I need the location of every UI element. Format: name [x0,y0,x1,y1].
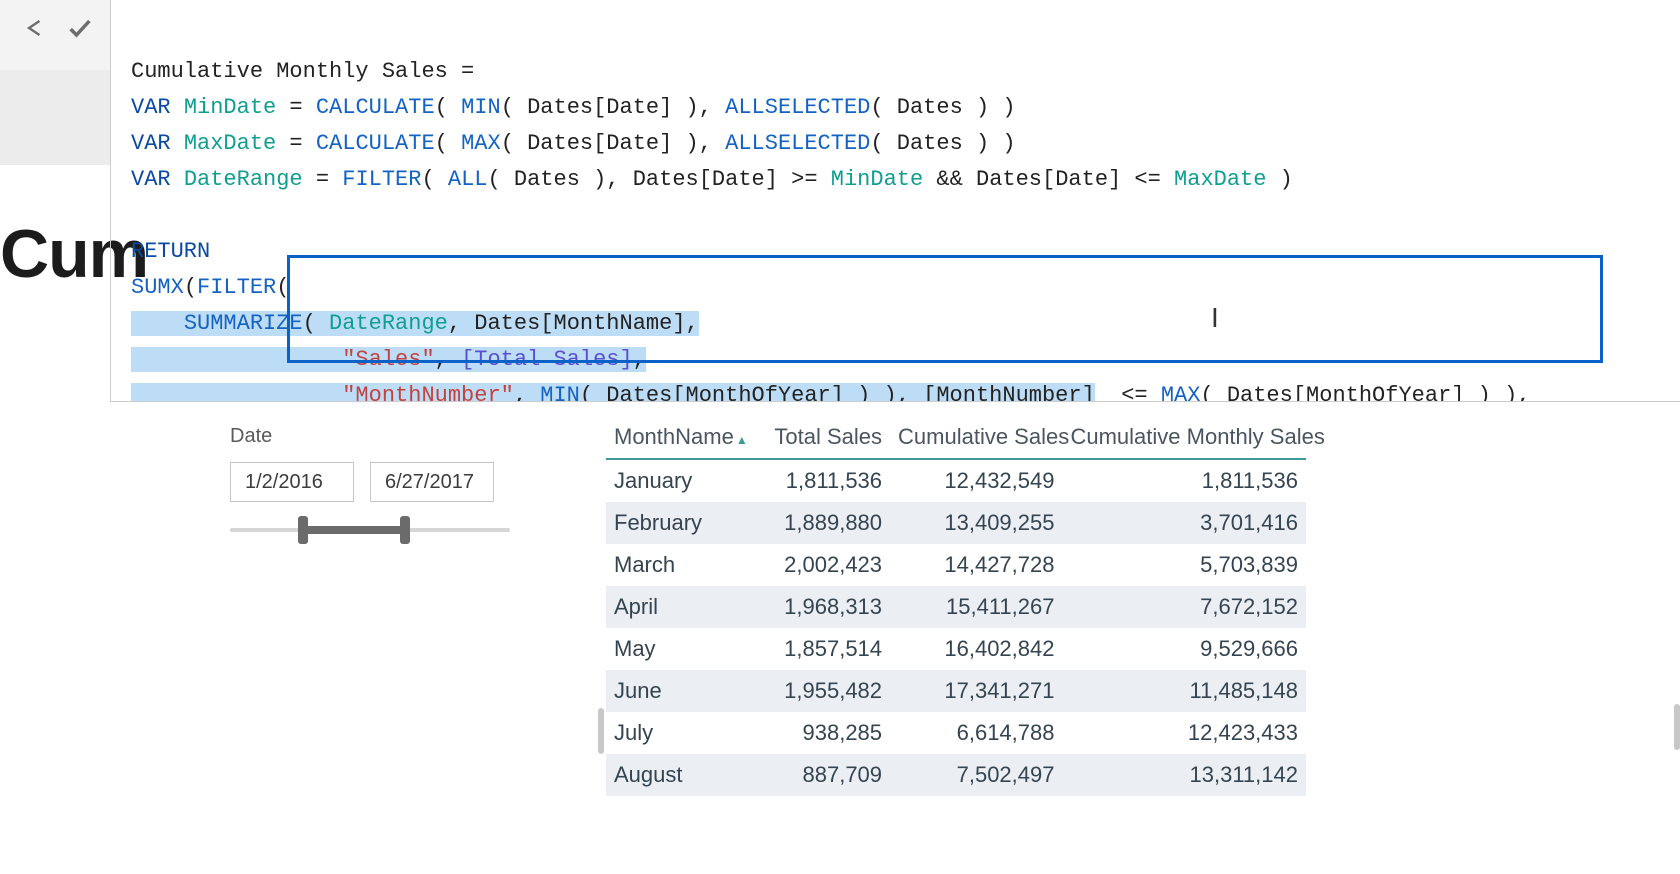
slicer-label: Date [230,425,510,448]
cell-cum: 14,427,728 [890,544,1062,586]
slider-thumb-to[interactable] [400,516,410,544]
table-row[interactable]: July938,2856,614,78812,423,433 [606,712,1306,754]
equals: = [448,59,488,84]
left-tab-strip [0,70,110,165]
cell-total: 1,955,482 [748,670,890,712]
cell-cum: 17,341,271 [890,670,1062,712]
cell-total: 1,811,536 [748,459,890,502]
cell-total: 1,968,313 [748,586,890,628]
fn-filter: FILTER [342,167,421,192]
var-keyword: VAR [131,95,171,120]
cell-total: 2,002,423 [748,544,890,586]
slider-thumb-from[interactable] [298,516,308,544]
fn-all: ALL [448,167,488,192]
fn-summarize: SUMMARIZE [184,311,303,336]
resize-handle-right[interactable] [1674,704,1680,750]
date-slicer: Date 1/2/2016 6/27/2017 [230,425,510,546]
cell-total: 1,857,514 [748,628,890,670]
fn-calculate: CALCULATE [316,95,435,120]
col-total-sales[interactable]: Total Sales [748,418,890,459]
cell-cum: 12,432,549 [890,459,1062,502]
cell-month: April [606,586,748,628]
cell-month: August [606,754,748,796]
table-row[interactable]: August887,7097,502,49713,311,142 [606,754,1306,796]
col-monthname[interactable]: MonthName▲ [606,418,748,459]
cell-cum: 7,502,497 [890,754,1062,796]
table-row[interactable]: March2,002,42314,427,7285,703,839 [606,544,1306,586]
return-keyword: RETURN [131,239,210,264]
cell-total: 887,709 [748,754,890,796]
cell-month: January [606,459,748,502]
col-cumulative-monthly-sales[interactable]: Cumulative Monthly Sales [1062,418,1306,459]
cell-month: February [606,502,748,544]
cell-cms: 3,701,416 [1062,502,1306,544]
fn-allselected: ALLSELECTED [725,95,870,120]
cell-cms: 12,423,433 [1062,712,1306,754]
cell-cms: 9,529,666 [1062,628,1306,670]
cell-cms: 13,311,142 [1062,754,1306,796]
resize-handle-left[interactable] [598,708,604,754]
cell-month: June [606,670,748,712]
var-maxdate: MaxDate [184,131,276,156]
fn-min: MIN [461,95,501,120]
cancel-icon[interactable] [22,14,50,42]
cell-cms: 11,485,148 [1062,670,1306,712]
cell-total: 1,889,880 [748,502,890,544]
var-mindate: MinDate [184,95,276,120]
table-row[interactable]: June1,955,48217,341,27111,485,148 [606,670,1306,712]
cell-cum: 6,614,788 [890,712,1062,754]
table-row[interactable]: April1,968,31315,411,2677,672,152 [606,586,1306,628]
cell-cum: 13,409,255 [890,502,1062,544]
sort-asc-icon: ▲ [736,433,748,447]
table-row[interactable]: January1,811,53612,432,5491,811,536 [606,459,1306,502]
cell-cum: 15,411,267 [890,586,1062,628]
confirm-icon[interactable] [66,14,94,42]
table-header-row: MonthName▲ Total Sales Cumulative Sales … [606,418,1306,459]
measure-name: Cumulative Monthly Sales [131,59,448,84]
cell-month: March [606,544,748,586]
date-to-input[interactable]: 6/27/2017 [370,462,494,502]
dax-formula-editor[interactable]: Cumulative Monthly Sales = VAR MinDate =… [110,0,1680,402]
fn-sumx: SUMX [131,275,184,300]
cell-cms: 1,811,536 [1062,459,1306,502]
table-row[interactable]: May1,857,51416,402,8429,529,666 [606,628,1306,670]
cell-month: May [606,628,748,670]
cell-cms: 5,703,839 [1062,544,1306,586]
cell-cms: 7,672,152 [1062,586,1306,628]
cell-cum: 16,402,842 [890,628,1062,670]
sales-table[interactable]: MonthName▲ Total Sales Cumulative Sales … [606,418,1306,796]
var-daterange: DateRange [184,167,303,192]
cell-total: 938,285 [748,712,890,754]
fn-max: MAX [461,131,501,156]
date-from-input[interactable]: 1/2/2016 [230,462,354,502]
formula-toolbar [0,0,110,70]
table-row[interactable]: February1,889,88013,409,2553,701,416 [606,502,1306,544]
cell-month: July [606,712,748,754]
date-range-slider[interactable] [230,514,510,546]
slider-fill [300,526,406,534]
text-cursor-icon: I [1211,300,1219,336]
col-cumulative-sales[interactable]: Cumulative Sales [890,418,1062,459]
